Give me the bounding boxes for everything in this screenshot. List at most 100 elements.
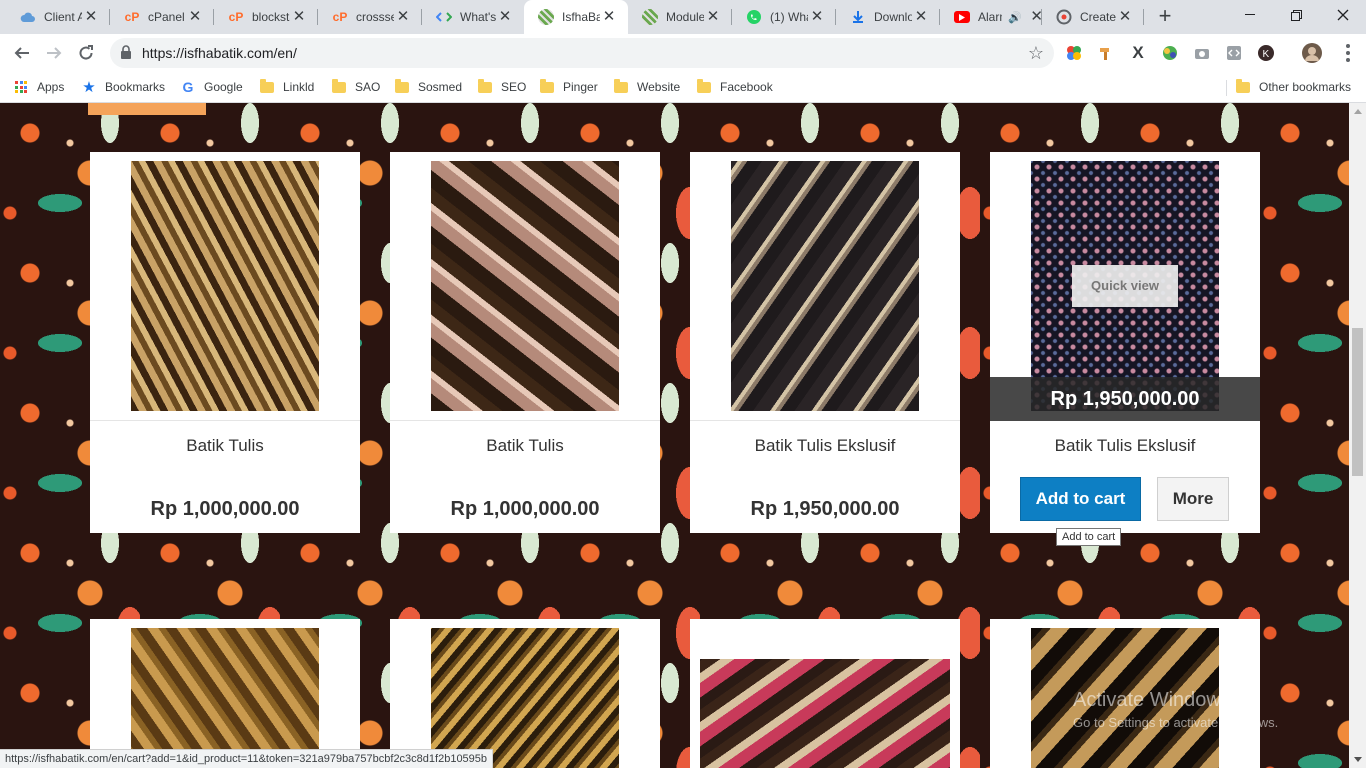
bookmarks-bar: Apps ★ Bookmarks G Google Linkld SAO Sos… [0, 72, 1366, 103]
product-card[interactable]: Batik Tulis Ekslusif Rp 1,950,000.00 [690, 152, 960, 533]
folder-icon [697, 78, 711, 94]
header-accent-bar [88, 103, 206, 115]
cpanel-icon: cP [124, 10, 140, 24]
page-scrollbar[interactable] [1349, 103, 1366, 768]
scroll-down-arrow-icon[interactable] [1349, 751, 1366, 768]
page-viewport: Batik Tulis Rp 1,000,000.00 Batik Tulis … [0, 103, 1349, 768]
bookmark-separator [1226, 80, 1227, 96]
download-icon [850, 9, 866, 25]
tab-crossserver[interactable]: cP crossserver ✕ [318, 0, 422, 34]
tab-create[interactable]: Create ✕ [1042, 0, 1144, 34]
tab-client-area[interactable]: Client Area ✕ [6, 0, 110, 34]
bookmark-folder-sosmed[interactable]: Sosmed [395, 77, 462, 97]
product-image[interactable] [431, 161, 619, 411]
speaker-icon[interactable]: 🔊 [1008, 11, 1022, 24]
tab-download[interactable]: Download ✕ [836, 0, 940, 34]
bookmark-folder-sao[interactable]: SAO [332, 77, 380, 97]
reload-button[interactable] [72, 39, 100, 67]
close-icon[interactable]: ✕ [496, 8, 514, 26]
close-icon[interactable]: ✕ [82, 8, 100, 26]
folder-icon [540, 78, 554, 94]
close-icon[interactable]: ✕ [600, 8, 618, 26]
product-image[interactable] [431, 628, 619, 768]
close-icon[interactable]: ✕ [290, 8, 308, 26]
product-card[interactable]: Batik Tulis Rp 1,000,000.00 [90, 152, 360, 533]
product-price: Rp 1,000,000.00 [450, 498, 600, 520]
product-card[interactable]: Batik Tulis Rp 1,000,000.00 [390, 152, 660, 533]
close-icon[interactable]: ✕ [808, 8, 826, 26]
x-extension-icon[interactable]: X [1128, 43, 1148, 63]
add-to-cart-tooltip: Add to cart [1056, 528, 1122, 546]
product-price: Rp 1,000,000.00 [150, 498, 300, 520]
close-icon[interactable]: ✕ [186, 8, 204, 26]
batik-leaf-icon [642, 9, 658, 25]
back-button[interactable] [8, 39, 36, 67]
bookmark-folder-other[interactable]: Other bookmarks [1236, 77, 1351, 97]
star-icon: ★ [82, 79, 96, 96]
scroll-up-arrow-icon[interactable] [1349, 103, 1366, 120]
product-image[interactable] [131, 161, 319, 411]
code-extension-icon[interactable] [1224, 43, 1244, 63]
lock-icon[interactable] [120, 45, 136, 61]
bookmark-folder-seo[interactable]: SEO [478, 77, 526, 97]
close-icon[interactable]: ✕ [912, 8, 930, 26]
youtube-icon [954, 11, 970, 23]
folder-icon [395, 78, 409, 94]
hammer-extension-icon[interactable] [1096, 43, 1116, 63]
chrome-menu-icon[interactable] [1340, 42, 1356, 64]
product-image[interactable] [700, 659, 950, 768]
bookmark-google[interactable]: G Google [181, 77, 243, 97]
bookmark-folder-linkld[interactable]: Linkld [260, 77, 314, 97]
svg-text:K: K [1263, 49, 1270, 60]
profile-avatar-icon[interactable] [1302, 43, 1322, 63]
bookmark-folder-facebook[interactable]: Facebook [697, 77, 773, 97]
tab-cpanel[interactable]: cP cPanel ✕ [110, 0, 214, 34]
product-card-hovered[interactable]: Quick view Rp 1,950,000.00 Batik Tulis E… [990, 152, 1260, 533]
close-icon[interactable]: ✕ [704, 8, 722, 26]
bookmark-bookmarks[interactable]: ★ Bookmarks [82, 77, 165, 97]
scrollbar-thumb[interactable] [1352, 328, 1363, 476]
close-icon[interactable]: ✕ [1116, 8, 1134, 26]
close-window-button[interactable] [1320, 0, 1366, 30]
bookmark-folder-website[interactable]: Website [614, 77, 680, 97]
product-name[interactable]: Batik Tulis Ekslusif [690, 436, 960, 456]
product-card[interactable] [90, 619, 360, 768]
url-text[interactable]: https://isfhabatik.com/en/ [142, 45, 297, 61]
code-icon [436, 9, 452, 25]
tab-alarm[interactable]: Alarm 🔊 ✕ [940, 0, 1042, 34]
product-card[interactable] [690, 619, 960, 768]
globe-extension-icon[interactable] [1160, 43, 1180, 63]
product-price: Rp 1,950,000.00 [750, 498, 900, 520]
address-bar[interactable]: https://isfhabatik.com/en/ ☆ [110, 38, 1054, 68]
camera-extension-icon[interactable] [1192, 43, 1212, 63]
forward-button[interactable] [40, 39, 68, 67]
close-icon[interactable]: ✕ [1028, 8, 1042, 26]
restore-button[interactable] [1273, 0, 1319, 30]
cpanel-icon: cP [332, 10, 348, 24]
bookmark-folder-pinger[interactable]: Pinger [540, 77, 598, 97]
more-button[interactable]: More [1157, 477, 1229, 521]
minimize-button[interactable] [1227, 0, 1273, 30]
browser-toolbar: https://isfhabatik.com/en/ ☆ X K [0, 34, 1366, 72]
close-icon[interactable]: ✕ [394, 8, 412, 26]
add-to-cart-button[interactable]: Add to cart [1020, 477, 1141, 521]
bookmark-star-icon[interactable]: ☆ [1028, 43, 1044, 64]
new-tab-button[interactable]: + [1152, 5, 1178, 29]
tab-isfhabatik[interactable]: IsfhaBatik ✕ [524, 0, 628, 34]
product-name[interactable]: Batik Tulis [390, 436, 660, 456]
color-picker-extension-icon[interactable] [1064, 43, 1084, 63]
product-image[interactable] [131, 628, 319, 768]
tab-whatsapp[interactable]: (1) WhatsApp ✕ [732, 0, 836, 34]
folder-icon [478, 78, 492, 94]
quick-view-button[interactable]: Quick view [1072, 265, 1178, 307]
bookmark-apps[interactable]: Apps [14, 77, 64, 97]
k-extension-icon[interactable]: K [1256, 43, 1276, 63]
product-image[interactable] [731, 161, 919, 411]
tab-blockstack[interactable]: cP blockstack ✕ [214, 0, 318, 34]
tab-modules[interactable]: Modules ✕ [628, 0, 732, 34]
product-card[interactable] [390, 619, 660, 768]
folder-icon [332, 78, 346, 94]
product-name[interactable]: Batik Tulis [90, 436, 360, 456]
tab-whats[interactable]: What's ✕ [422, 0, 524, 34]
product-name[interactable]: Batik Tulis Ekslusif [990, 436, 1260, 456]
